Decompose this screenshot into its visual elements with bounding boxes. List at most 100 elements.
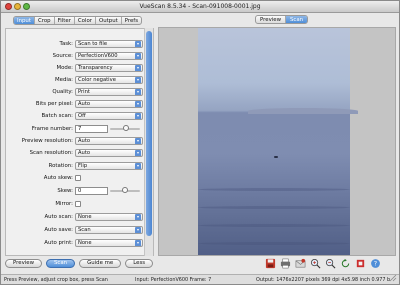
crop-icon[interactable] [355, 258, 366, 269]
scan-resolution-value: Auto [78, 150, 91, 156]
chevron-down-icon: ▾ [135, 113, 141, 119]
email-icon[interactable] [295, 258, 306, 269]
zoom-in-icon[interactable] [310, 258, 321, 269]
title-bar[interactable]: VueScan 8.5.34 - Scan-091008-0001.jpg [1, 1, 399, 13]
scanned-photo [198, 28, 358, 255]
preview-tabs: Preview Scan [255, 15, 309, 24]
scan-preview-area[interactable] [158, 27, 396, 256]
slider-knob[interactable] [123, 125, 129, 131]
chevron-down-icon: ▾ [135, 101, 141, 107]
batch-scan-row: Batch scan: Off ▾ [6, 112, 146, 121]
status-hint: Press Preview, adjust crop box, press Sc… [4, 277, 108, 283]
chevron-down-icon: ▾ [135, 65, 141, 71]
tab-filter[interactable]: Filter [55, 17, 75, 24]
preview-toolbar: ? [265, 258, 381, 270]
media-value: Color negative [78, 77, 116, 83]
guide-me-button[interactable]: Guide me [79, 259, 122, 268]
scan-resolution-select[interactable]: Auto ▾ [75, 149, 143, 157]
auto-save-row: Auto save: Scan ▾ [6, 226, 146, 235]
rotation-value: Flip [78, 163, 88, 169]
settings-scrollbar[interactable] [144, 28, 153, 256]
quality-select[interactable]: Print ▾ [75, 88, 143, 96]
frame-number-input[interactable]: 7 [75, 125, 108, 133]
chevron-down-icon: ▾ [135, 77, 141, 83]
rotation-label: Rotation: [48, 163, 73, 169]
chevron-down-icon: ▾ [135, 150, 141, 156]
mirror-checkbox[interactable] [75, 201, 81, 207]
tab-color[interactable]: Color [75, 17, 96, 24]
auto-print-select[interactable]: None ▾ [75, 239, 143, 247]
wave [198, 224, 350, 227]
save-icon[interactable] [265, 258, 276, 269]
tab-crop[interactable]: Crop [35, 17, 55, 24]
auto-save-select[interactable]: Scan ▾ [75, 226, 143, 234]
quality-value: Print [78, 89, 90, 95]
less-button[interactable]: Less [125, 259, 154, 268]
auto-skew-row: Auto skew: [6, 174, 146, 183]
mode-select[interactable]: Transparency ▾ [75, 64, 143, 72]
zoom-out-icon[interactable] [325, 258, 336, 269]
auto-skew-label: Auto skew: [43, 175, 73, 181]
tab-prefs[interactable]: Prefs [122, 17, 141, 24]
batch-scan-label: Batch scan: [41, 113, 73, 119]
slider-knob[interactable] [122, 187, 128, 193]
status-output-info: Output: 1476x2207 pixels 369 dpi 4x5.98 … [256, 277, 391, 283]
auto-print-value: None [78, 240, 92, 246]
chevron-down-icon: ▾ [135, 138, 141, 144]
chevron-down-icon: ▾ [135, 227, 141, 233]
resize-grip-icon[interactable] [389, 274, 397, 282]
source-select[interactable]: PerfectionV600 ▾ [75, 52, 143, 60]
chevron-down-icon: ▾ [135, 41, 141, 47]
tab-output[interactable]: Output [96, 17, 122, 24]
auto-print-row: Auto print: None ▾ [6, 239, 146, 248]
tab-scan[interactable]: Scan [285, 16, 308, 23]
frame-number-label: Frame number: [31, 126, 73, 132]
scan-resolution-label: Scan resolution: [29, 150, 73, 156]
bits-per-pixel-value: Auto [78, 101, 91, 107]
chevron-down-icon: ▾ [135, 163, 141, 169]
media-label: Media: [54, 77, 73, 83]
rotate-icon[interactable] [340, 258, 351, 269]
auto-scan-row: Auto scan: None ▾ [6, 213, 146, 222]
skew-input[interactable]: 0 [75, 187, 108, 195]
status-input-info: Input: PerfectionV600 Frame: 7 [135, 277, 212, 283]
tab-input[interactable]: Input [14, 17, 35, 24]
scrollbar-thumb[interactable] [146, 31, 152, 236]
chevron-down-icon: ▾ [135, 53, 141, 59]
wave [198, 188, 350, 191]
chevron-down-icon: ▾ [135, 240, 141, 246]
mirror-row: Mirror: [6, 200, 146, 209]
help-icon[interactable]: ? [370, 258, 381, 269]
preview-resolution-label: Preview resolution: [21, 138, 73, 144]
source-row: Source: PerfectionV600 ▾ [6, 52, 146, 61]
task-select[interactable]: Scan to file ▾ [75, 40, 143, 48]
bits-per-pixel-select[interactable]: Auto ▾ [75, 100, 143, 108]
mode-label: Mode: [56, 65, 73, 71]
swimmer [274, 156, 278, 158]
rotation-select[interactable]: Flip ▾ [75, 162, 143, 170]
batch-scan-select[interactable]: Off ▾ [75, 112, 143, 120]
scan-resolution-row: Scan resolution: Auto ▾ [6, 149, 146, 158]
preview-resolution-select[interactable]: Auto ▾ [75, 137, 143, 145]
chevron-down-icon: ▾ [135, 89, 141, 95]
task-value: Scan to file [78, 41, 108, 47]
auto-skew-checkbox[interactable] [75, 175, 81, 181]
wave [198, 242, 350, 245]
mirror-label: Mirror: [55, 201, 73, 207]
media-select[interactable]: Color negative ▾ [75, 76, 143, 84]
preview-button[interactable]: Preview [5, 259, 42, 268]
scan-button[interactable]: Scan [45, 259, 76, 268]
tab-preview[interactable]: Preview [256, 16, 286, 23]
skew-row: Skew: 0 [6, 187, 146, 196]
skew-slider[interactable] [110, 187, 140, 193]
auto-scan-select[interactable]: None ▾ [75, 213, 143, 221]
task-row: Task: Scan to file ▾ [6, 40, 146, 49]
print-icon[interactable] [280, 258, 291, 269]
auto-scan-value: None [78, 214, 92, 220]
rotation-row: Rotation: Flip ▾ [6, 162, 146, 171]
action-buttons: Preview Scan Guide me Less [5, 259, 154, 268]
frame-number-slider[interactable] [110, 125, 140, 131]
quality-label: Quality: [52, 89, 73, 95]
frame-number-row: Frame number: 7 [6, 125, 146, 134]
settings-tabs: Input Crop Filter Color Output Prefs [13, 16, 143, 25]
